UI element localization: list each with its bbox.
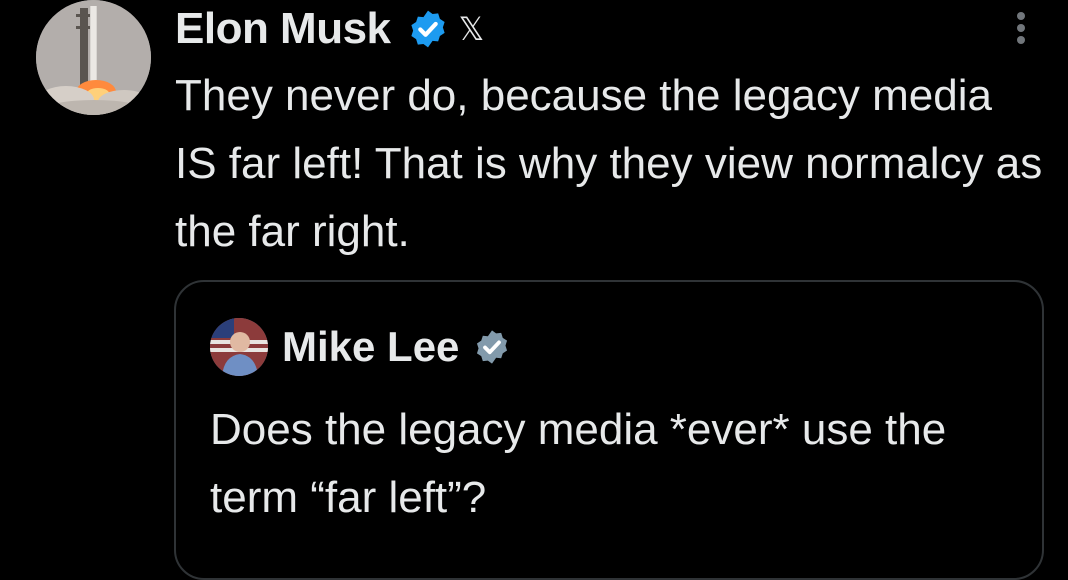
verified-badge-icon <box>407 8 449 50</box>
tweet[interactable]: Elon Musk 𝕏 They never do, because the l… <box>0 0 1068 580</box>
tweet-text: They never do, because the legacy media … <box>175 71 1043 256</box>
verified-badge-icon <box>473 328 511 366</box>
quoted-author-row: Mike Lee <box>282 320 511 374</box>
more-options-icon[interactable] <box>1013 12 1029 50</box>
x-affiliation-icon[interactable]: 𝕏 <box>459 10 485 48</box>
quoted-author-name[interactable]: Mike Lee <box>282 323 459 371</box>
quoted-tweet-text: Does the legacy media *ever* use the ter… <box>210 405 947 522</box>
author-row: Elon Musk 𝕏 <box>175 4 484 54</box>
author-avatar[interactable] <box>36 0 151 115</box>
author-name[interactable]: Elon Musk <box>175 4 391 54</box>
quoted-tweet-card[interactable]: Mike Lee Does the legacy media *ever* us… <box>174 280 1044 580</box>
quoted-author-avatar[interactable] <box>210 318 268 376</box>
portrait-image <box>210 318 268 376</box>
rocket-launch-image <box>36 0 151 115</box>
redaction-mark <box>530 8 1008 60</box>
redaction-mark <box>554 310 1038 390</box>
